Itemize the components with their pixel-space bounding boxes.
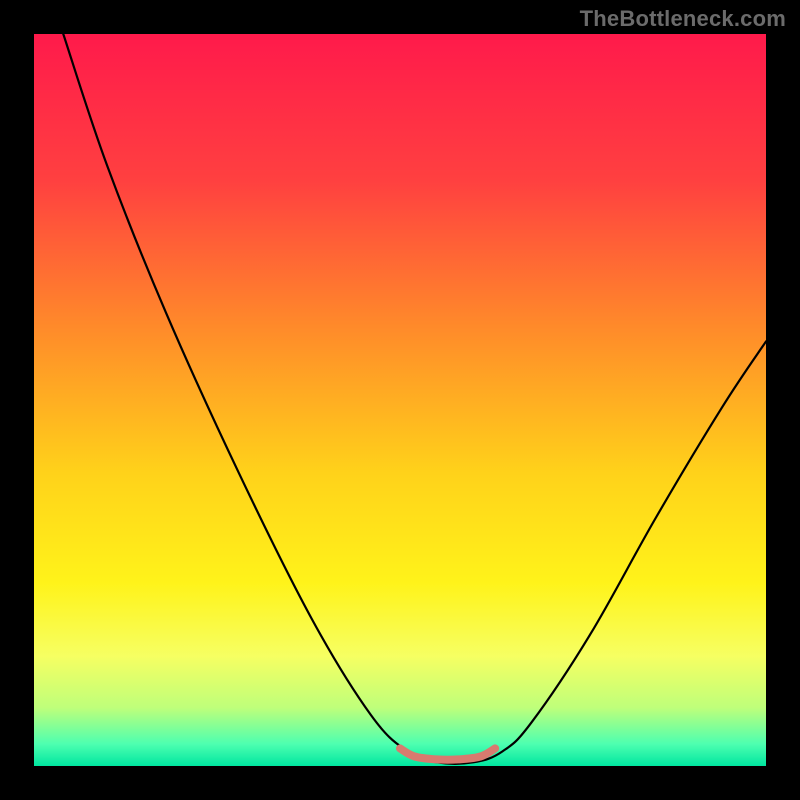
gradient-background [34, 34, 766, 766]
attribution-label: TheBottleneck.com [580, 6, 786, 32]
chart-svg [34, 34, 766, 766]
chart-frame: TheBottleneck.com [0, 0, 800, 800]
plot-area [34, 34, 766, 766]
